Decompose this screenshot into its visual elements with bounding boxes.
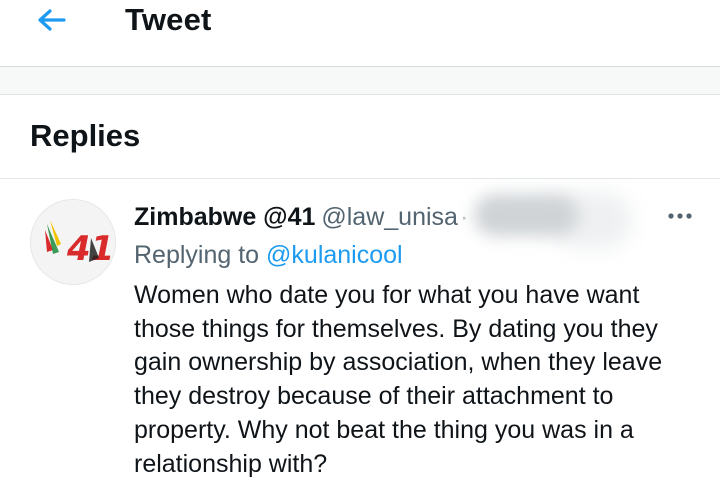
more-options-button[interactable] <box>660 202 700 226</box>
reply-text-line: those things for themselves. By dating y… <box>134 314 658 343</box>
back-button[interactable] <box>34 4 70 36</box>
redacted-timestamp <box>474 194 578 236</box>
author-handle[interactable]: @law_unisa <box>321 203 458 231</box>
logo-41-icon: 41 <box>31 200 115 284</box>
reply-text-line: they destroy because of their attachment… <box>134 382 614 411</box>
reply-text-line: property. Why not beat the thing you was… <box>134 415 634 444</box>
avatar[interactable]: 41 <box>30 199 116 285</box>
divider <box>0 94 720 95</box>
reply-text-line: relationship with? <box>134 449 328 478</box>
reply-text-line: Women who date you for what you have wan… <box>134 281 640 309</box>
reply-author-row: Zimbabwe @41 @law_unisa· <box>134 199 468 235</box>
page-title: Tweet <box>125 2 212 37</box>
reply-text-line: gain ownership by association, when they… <box>134 348 663 377</box>
replies-heading: Replies <box>30 118 141 153</box>
separator-dot: · <box>459 203 469 231</box>
top-bar: Tweet <box>0 0 720 66</box>
section-gap <box>0 67 720 94</box>
replying-to-line: Replying to @kulanicool <box>134 237 403 273</box>
mention-link[interactable]: @kulanicool <box>266 241 403 269</box>
divider <box>0 178 720 179</box>
more-dots-icon <box>668 213 692 219</box>
replying-prefix: Replying to <box>134 241 260 269</box>
reply-text: Women who date you for what you have wan… <box>134 279 694 481</box>
arrow-left-icon <box>38 9 66 31</box>
author-name[interactable]: Zimbabwe @41 <box>134 203 315 231</box>
